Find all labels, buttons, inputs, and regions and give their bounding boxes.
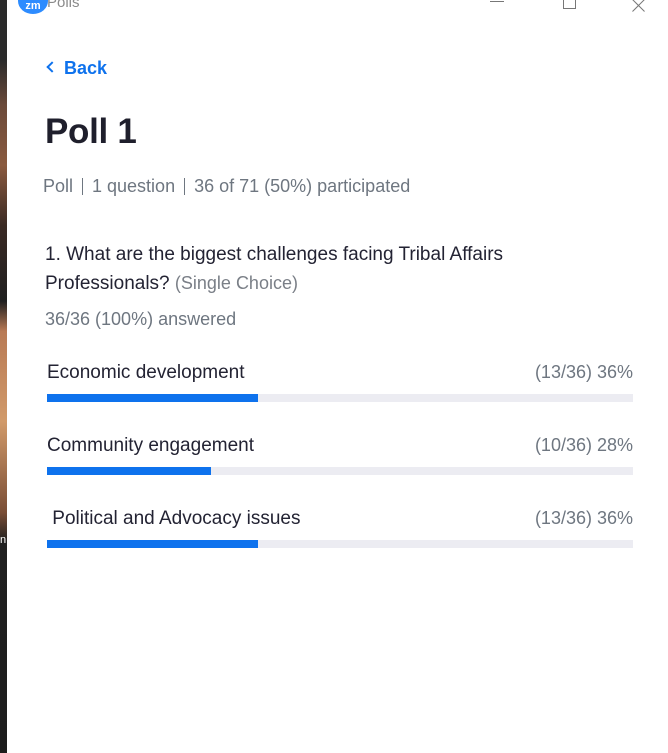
meta-divider: [82, 178, 84, 195]
poll-type: Poll: [43, 176, 74, 196]
option-result: (13/36) 36%: [534, 508, 633, 528]
result-bar-track: [47, 394, 633, 402]
option-result: (10/36) 28%: [534, 435, 633, 455]
option-result: (13/36) 36%: [534, 362, 633, 382]
meta-divider: [184, 178, 186, 195]
result-bar-fill: [47, 540, 258, 548]
zoom-app-icon: zm: [18, 0, 48, 14]
question-type: (Single Choice): [174, 273, 298, 293]
poll-option: Community engagement (10/36) 28%: [47, 435, 633, 475]
maximize-icon[interactable]: [563, 0, 583, 14]
title-bar: zm Polls: [7, 0, 668, 14]
poll-meta: Poll 1 question 36 of 71 (50%) participa…: [43, 176, 410, 197]
result-bar-track: [47, 540, 633, 548]
result-bar-fill: [47, 394, 258, 402]
chevron-left-icon: [46, 61, 58, 73]
close-icon[interactable]: [632, 0, 652, 14]
option-label: Economic development: [47, 362, 245, 383]
option-label: Political and Advocacy issues: [47, 508, 301, 529]
window-title: Polls: [47, 0, 80, 11]
back-button[interactable]: Back: [46, 57, 107, 79]
minimize-icon[interactable]: [490, 0, 510, 14]
background-window-strip: n: [0, 0, 7, 753]
poll-title: Poll 1: [45, 112, 137, 151]
poll-option: Economic development (13/36) 36%: [47, 362, 633, 402]
answered-stat: 36/36 (100%) answered: [45, 309, 237, 329]
option-label: Community engagement: [47, 435, 254, 456]
result-bar-track: [47, 467, 633, 475]
question-text: 1. What are the biggest challenges facin…: [45, 241, 605, 298]
result-bar-fill: [47, 467, 212, 475]
question-count: 1 question: [92, 176, 176, 196]
participation-stat: 36 of 71 (50%) participated: [194, 176, 411, 196]
poll-option: Political and Advocacy issues (13/36) 36…: [47, 508, 633, 548]
background-glyph: n: [0, 534, 7, 546]
back-label: Back: [64, 57, 108, 78]
